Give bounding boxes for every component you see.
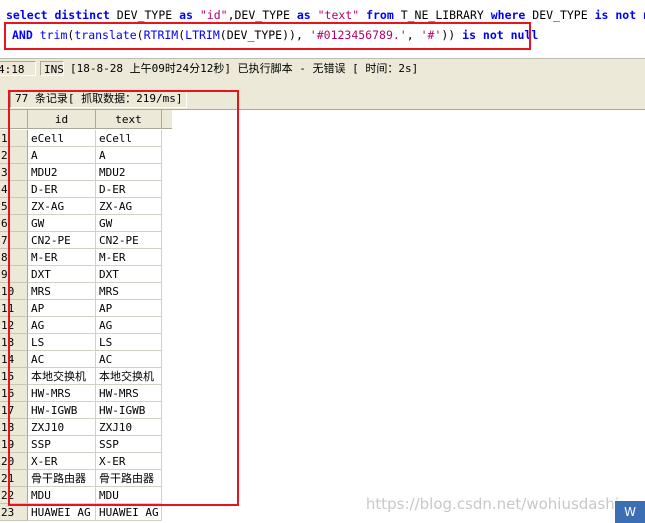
corner-badge: W [615, 501, 645, 523]
sql-token: DEV_TYPE [532, 8, 595, 22]
sql-token: "id" [199, 8, 228, 22]
sql-token: is not null [594, 8, 645, 22]
highlight-box-results [8, 90, 239, 506]
row-number[interactable]: 23 [0, 504, 28, 521]
sql-token: ,DEV_TYPE [227, 8, 297, 22]
sql-line-1[interactable]: select distinct DEV_TYPE as "id",DEV_TYP… [6, 8, 645, 22]
cursor-position: 4:18 [0, 61, 36, 76]
sql-token: where [490, 8, 533, 22]
sql-token: T_NE_LIBRARY [400, 8, 491, 22]
sql-token: as [296, 8, 318, 22]
sql-token: as [179, 8, 200, 22]
watermark: https://blog.csdn.net/wohiusdashi [365, 495, 619, 513]
sql-token: DEV_TYPE [116, 8, 180, 22]
sql-token: select distinct [6, 8, 117, 22]
insert-mode: INS [40, 61, 64, 76]
highlight-box-sql [4, 22, 531, 50]
sql-token: "text" [317, 8, 367, 22]
status-bar: 4:18 INS [18-8-28 上午09时24分12秒] 已执行脚本 - 无… [0, 58, 645, 82]
sql-editor[interactable]: select distinct DEV_TYPE as "id",DEV_TYP… [0, 0, 645, 58]
cell-id[interactable]: HUAWEI AG [28, 504, 96, 521]
cell-text[interactable]: HUAWEI AG [96, 504, 162, 521]
sql-token: from [366, 8, 401, 22]
status-message: [18-8-28 上午09时24分12秒] 已执行脚本 - 无错误 [ 时间：2… [70, 62, 419, 75]
table-row[interactable]: 23 HUAWEI AG HUAWEI AG [0, 504, 162, 521]
